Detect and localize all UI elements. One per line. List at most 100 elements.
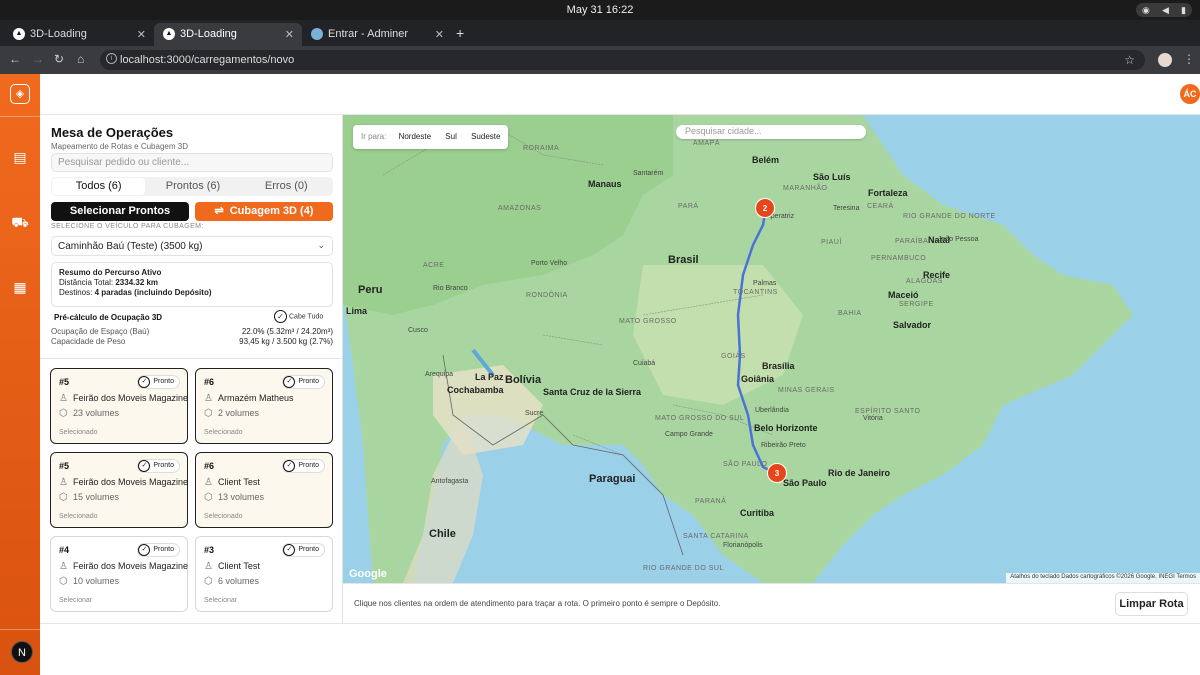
- selection-status: Selecionado: [204, 429, 243, 436]
- map-label-cusco: Cusco: [408, 327, 428, 334]
- map-label-belem: Belém: [752, 155, 780, 165]
- back-icon[interactable]: ←: [9, 52, 21, 66]
- volumes-count: 2 volumes: [218, 408, 260, 418]
- map-label-paraguai: Paraguai: [589, 473, 636, 485]
- site-info-icon[interactable]: i: [106, 53, 117, 64]
- new-tab-button[interactable]: +: [456, 25, 464, 41]
- map-label-belo-horizonte: Belo Horizonte: [754, 423, 818, 433]
- map-state-label: ALAGOAS: [906, 278, 943, 285]
- volumes-row: ⬡ 2 volumes: [204, 408, 259, 419]
- order-card[interactable]: #5 ✓ Pronto ♙ Feirão dos Moveis Magazine ⬡…: [50, 452, 188, 528]
- vehicle-select-value: Caminhão Baú (Teste) (3500 kg): [58, 241, 203, 252]
- map-label-lima: Lima: [346, 306, 368, 316]
- warehouse-icon[interactable]: ▤: [10, 147, 30, 167]
- ready-badge: ✓ Pronto: [282, 375, 325, 389]
- cubage-3d-button[interactable]: ⇌ Cubagem 3D (4): [195, 202, 333, 221]
- browser-tab-3[interactable]: Entrar - Adminer ✕: [302, 23, 452, 46]
- map-label-chile: Chile: [429, 528, 456, 540]
- map-attribution[interactable]: Atalhos do teclado Dados cartográficos ©…: [1006, 573, 1200, 583]
- box-icon: ⬡: [59, 408, 68, 419]
- client-name: Armazém Matheus: [218, 393, 294, 403]
- order-card[interactable]: #4 ✓ Pronto ♙ Feirão dos Moveis Magazine ⬡…: [50, 536, 188, 612]
- profile-avatar[interactable]: [1158, 53, 1172, 67]
- tab-title: Entrar - Adminer: [328, 28, 409, 40]
- city-search-input[interactable]: Pesquisar cidade...: [676, 125, 866, 139]
- map-state-label: PARAÍBA: [895, 238, 929, 245]
- map-label-santarem: Santarém: [633, 170, 664, 177]
- browser-tab-1[interactable]: ▲ 3D-Loading ✕: [4, 23, 154, 46]
- chevron-down-icon: ⌄: [317, 240, 325, 250]
- order-card[interactable]: #5 ✓ Pronto ♙ Feirão dos Moveis Magazine ⬡…: [50, 368, 188, 444]
- distance-value: 2334.32 km: [115, 278, 159, 287]
- map-state-label: AMAPÁ: [693, 140, 721, 147]
- map-label-sucre: Sucre: [525, 410, 544, 417]
- order-id: #3: [204, 545, 215, 555]
- goto-sudeste-button[interactable]: Sudeste: [471, 132, 500, 141]
- truck-icon[interactable]: ⛟: [10, 212, 30, 232]
- goto-sul-button[interactable]: Sul: [445, 132, 457, 141]
- map-label-maceio: Maceió: [888, 290, 919, 300]
- client-row: ♙ Client Test: [204, 477, 260, 488]
- volumes-row: ⬡ 15 volumes: [59, 492, 119, 503]
- order-card[interactable]: #6 ✓ Pronto ♙ Client Test ⬡ 13 volumes Sele…: [195, 452, 333, 528]
- document-icon[interactable]: ▦: [10, 277, 30, 297]
- tab-erros[interactable]: Erros (0): [240, 177, 333, 196]
- vehicle-select[interactable]: Caminhão Baú (Teste) (3500 kg) ⌄: [51, 236, 333, 256]
- user-icon: ♙: [59, 393, 68, 404]
- ready-badge: ✓ Pronto: [137, 543, 180, 557]
- adminer-favicon-icon: [311, 28, 323, 40]
- close-icon[interactable]: ✕: [285, 28, 294, 41]
- home-icon[interactable]: ⌂: [77, 52, 84, 66]
- check-circle-icon: ✓: [138, 376, 151, 388]
- tab-todos[interactable]: Todos (6): [52, 178, 146, 195]
- cubage-label: Cubagem 3D (4): [229, 205, 314, 217]
- route-hint: Clique nos clientes na ordem de atendime…: [354, 599, 721, 608]
- map-state-label: GOIÁS: [721, 353, 746, 360]
- map-state-label: RORAIMA: [523, 145, 560, 152]
- page-subtitle: Mapeamento de Rotas e Cubagem 3D: [51, 142, 188, 151]
- fits-all-badge: ✓ Cabe Tudo: [274, 310, 323, 323]
- close-icon[interactable]: ✕: [137, 28, 146, 41]
- volumes-row: ⬡ 13 volumes: [204, 492, 264, 503]
- distance-label: Distância Total:: [59, 278, 114, 287]
- order-card[interactable]: #6 ✓ Pronto ♙ Armazém Matheus ⬡ 2 volumes S…: [195, 368, 333, 444]
- framework-badge[interactable]: N: [11, 641, 33, 663]
- user-icon: ♙: [59, 477, 68, 488]
- selection-status: Selecionado: [59, 429, 98, 436]
- battery-icon: ▮: [1180, 4, 1186, 15]
- ready-label: Pronto: [153, 462, 174, 469]
- route-marker-2[interactable]: 2: [755, 198, 775, 218]
- bookmark-star-icon[interactable]: ☆: [1124, 53, 1135, 67]
- space-occupancy-row: Ocupação de Espaço (Baú) 22.0% (5.32m³ /…: [51, 327, 333, 336]
- client-row: ♙ Feirão dos Moveis Magazine: [59, 477, 188, 488]
- selection-status: Selecionado: [59, 513, 98, 520]
- volumes-count: 23 volumes: [73, 408, 120, 418]
- map-state-label: BAHIA: [838, 310, 862, 317]
- map-state-label: ACRE: [423, 262, 445, 269]
- order-card[interactable]: #3 ✓ Pronto ♙ Client Test ⬡ 6 volumes Selec…: [195, 536, 333, 612]
- order-search-input[interactable]: Pesquisar pedido ou cliente...: [51, 153, 333, 172]
- forward-icon[interactable]: →: [32, 52, 44, 66]
- select-ready-button[interactable]: Selecionar Prontos: [51, 202, 189, 221]
- weight-label: Capacidade de Peso: [51, 337, 126, 346]
- clear-route-button[interactable]: Limpar Rota: [1115, 592, 1188, 616]
- content-bottom-divider: [40, 623, 1200, 624]
- url-input[interactable]: i localhost:3000/carregamentos/novo ☆: [100, 50, 1145, 70]
- browser-tab-2[interactable]: ▲ 3D-Loading ✕: [154, 23, 302, 46]
- map-label-brasil: Brasil: [668, 254, 699, 266]
- tab-prontos[interactable]: Prontos (6): [146, 177, 239, 196]
- os-status-tray[interactable]: ◉ ◀ ▮: [1136, 3, 1192, 17]
- close-icon[interactable]: ✕: [435, 28, 444, 41]
- route-map[interactable]: Brasil Peru Bolívia Paraguai Chile Manau…: [343, 115, 1200, 583]
- browser-menu-icon[interactable]: ⋮: [1183, 52, 1195, 66]
- user-avatar[interactable]: ÁC: [1180, 84, 1200, 104]
- ready-badge: ✓ Pronto: [137, 459, 180, 473]
- box-logo-icon[interactable]: ◈: [10, 84, 30, 104]
- ready-label: Pronto: [298, 546, 319, 553]
- client-row: ♙ Feirão dos Moveis Magazine: [59, 561, 188, 572]
- reload-icon[interactable]: ↻: [54, 52, 64, 66]
- route-marker-3[interactable]: 3: [767, 463, 787, 483]
- goto-nordeste-button[interactable]: Nordeste: [399, 132, 431, 141]
- map-state-label: SERGIPE: [899, 301, 934, 308]
- map-label-porto-velho: Porto Velho: [531, 260, 568, 267]
